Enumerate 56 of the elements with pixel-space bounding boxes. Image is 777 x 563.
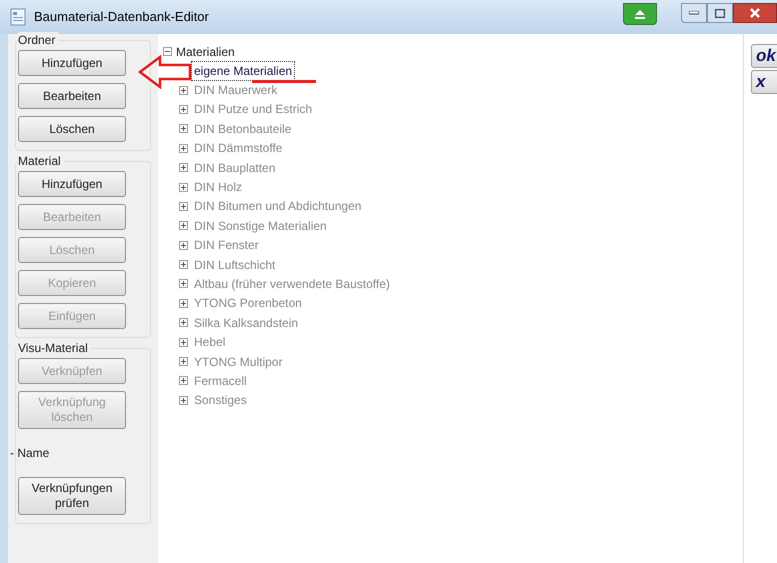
action-button[interactable]: Hinzufügen [18,171,126,197]
expand-icon[interactable] [179,279,188,288]
close-button[interactable] [733,3,777,23]
expand-icon[interactable] [179,202,188,211]
name-label: - Name [10,445,50,462]
expand-icon[interactable] [179,298,188,308]
tree-item[interactable]: Sonstiges [191,390,250,410]
tree-item[interactable]: Altbau (früher verwendete Baustoffe) [191,274,393,294]
expand-icon[interactable] [179,144,188,153]
tree-item[interactable]: YTONG Multipor [191,352,286,372]
expand-icon[interactable] [179,104,188,114]
tree-item[interactable]: Hebel [191,332,228,352]
expand-icon[interactable] [179,396,188,405]
tree-item[interactable]: Fermacell [191,370,250,391]
tree-item[interactable]: DIN Sonstige Materialien [191,216,330,236]
expand-icon[interactable] [179,260,188,270]
minimize-button[interactable] [681,3,707,23]
tree-item[interactable]: DIN Luftschicht [191,254,278,275]
expand-icon[interactable] [179,182,188,192]
tree-item[interactable]: Silka Kalksandstein [191,312,302,333]
app-icon [10,8,26,26]
expand-icon[interactable] [179,221,188,230]
action-button[interactable]: Verknüpfungen prüfen [18,477,126,515]
expand-icon[interactable] [179,163,188,172]
tree-item[interactable]: DIN Betonbauteile [191,118,294,139]
tree-item[interactable]: DIN Putze und Estrich [191,99,316,120]
tree-item[interactable]: DIN Mauerwerk [191,80,280,100]
tree-item[interactable]: DIN Bauplatten [191,158,278,178]
expand-icon[interactable] [179,357,188,366]
expand-icon[interactable] [179,240,188,250]
expand-icon[interactable] [179,338,188,347]
minimize-icon [689,11,699,15]
annotation-underline [252,80,316,84]
action-button[interactable]: Löschen [18,116,126,142]
eject-icon [633,8,647,20]
collapse-icon[interactable] [163,47,172,56]
annotation-arrow [138,55,192,89]
tree-item[interactable]: DIN Holz [191,177,246,198]
maximize-button[interactable] [707,3,733,23]
ok-button[interactable]: ok [751,44,777,68]
tree-item[interactable]: YTONG Porenbeton [191,293,305,314]
expand-icon[interactable] [179,124,188,134]
tree-item[interactable]: DIN Bitumen und Abdichtungen [191,196,364,216]
tree-item[interactable]: DIN Dämmstoffe [191,138,286,158]
expand-icon[interactable] [179,376,188,386]
tree-item[interactable]: Materialien [176,42,235,60]
eject-button[interactable] [623,3,657,25]
cancel-button[interactable]: x [751,70,777,94]
close-icon [750,8,760,18]
tree-item[interactable]: DIN Fenster [191,235,262,256]
expand-icon[interactable] [179,318,188,328]
action-button[interactable]: Bearbeiten [18,83,126,109]
expand-icon[interactable] [179,86,188,95]
maximize-icon [715,8,725,18]
action-button[interactable]: Hinzufügen [18,50,126,76]
window-title: Baumaterial-Datenbank-Editor [34,8,209,26]
